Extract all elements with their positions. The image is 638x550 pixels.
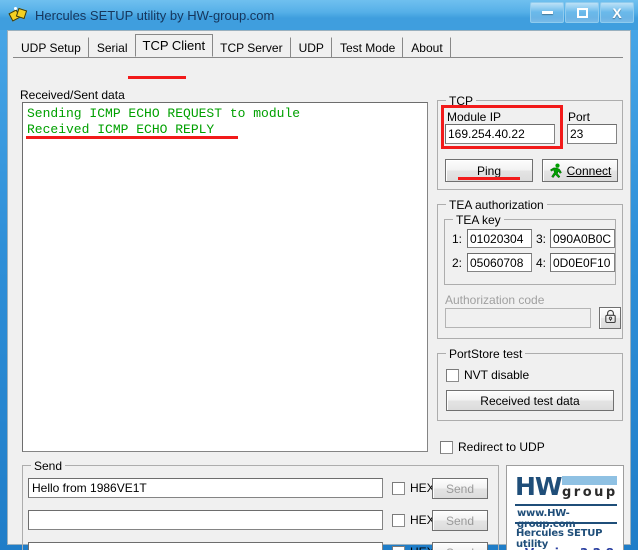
maximize-button[interactable] [565,2,599,23]
title-bar: Hercules SETUP utility by HW-group.com X [0,0,638,30]
maximize-icon [576,7,588,18]
hercules-keys-icon [8,5,28,25]
annotation-data-underline [26,136,238,139]
send-button-3[interactable]: Send [432,542,488,550]
annotation-tcp-client-underline [128,76,186,79]
authorization-code-label: Authorization code [445,293,545,307]
send-button-3-label: Send [446,546,474,550]
hex-checkbox-1[interactable] [392,481,405,495]
redirect-to-udp-label: Redirect to UDP [458,440,545,454]
send-group-title: Send [31,459,66,473]
send-input-2[interactable] [28,510,383,530]
tea-key-3-number: 3: [536,232,547,246]
tab-label: UDP [298,40,324,55]
send-button-1[interactable]: Send [432,478,488,499]
logo-url: www.HW-group.com [517,508,576,530]
window-title: Hercules SETUP utility by HW-group.com [35,7,275,23]
port-input[interactable]: 23 [567,124,617,144]
portstore-test-group-title: PortStore test [446,347,526,361]
hex-checkbox-2[interactable] [392,513,405,527]
tab-tcp-client[interactable]: TCP Client [134,34,214,57]
tab-label: Test Mode [339,40,396,55]
hercules-window: Hercules SETUP utility by HW-group.com X… [0,0,638,550]
tab-udp[interactable]: UDP [290,37,332,57]
redirect-to-udp-checkbox[interactable] [440,440,453,454]
running-man-icon [549,163,563,179]
client-area: UDP Setup Serial TCP Client TCP Server U… [7,30,631,550]
hex-checkbox-row-2[interactable]: HEX [392,513,435,527]
data-line: Sending ICMP ECHO REQUEST to module [27,106,301,121]
send-button-2[interactable]: Send [432,510,488,531]
tea-key-3-input[interactable]: 090A0B0C [550,229,615,248]
hw-group-logo-panel: HW group www.HW-group.com Hercules SETUP… [506,465,624,550]
tea-key-2-input[interactable]: 05060708 [467,253,532,272]
tea-key-group-title: TEA key [453,213,504,227]
ping-button-label: Ping [476,163,502,178]
close-icon: X [612,4,622,21]
tea-key-4-number: 4: [536,256,547,270]
minimize-button[interactable] [530,2,564,23]
send-button-2-label: Send [445,513,475,528]
tab-strip-divider [13,57,623,58]
logo-version: Version 3.2.8 [525,546,614,550]
tab-label: TCP Client [142,38,206,53]
tea-key-4-input[interactable]: 0D0E0F10 [550,253,615,272]
port-label: Port [568,110,591,124]
tab-test-mode[interactable]: Test Mode [331,37,404,57]
padlock-icon [604,309,617,327]
authorization-code-input[interactable] [445,308,591,328]
tab-tcp-server[interactable]: TCP Server [212,37,291,57]
connect-button-label: Connect [566,163,612,178]
tab-label: TCP Server [220,40,283,55]
tea-key-1-number: 1: [452,232,463,246]
hex-label-1: HEX [410,481,435,495]
tab-label: About [411,40,443,55]
minimize-icon [541,11,553,14]
hex-checkbox-row-3[interactable]: HEX [392,545,435,550]
window-controls: X [530,2,634,23]
send-input-1[interactable]: Hello from 1986VE1T [28,478,383,498]
tab-about[interactable]: About [403,37,451,57]
send-input-3[interactable] [28,542,383,550]
annotation-ping-underline [458,177,520,180]
annotation-module-ip-rectangle [441,105,563,149]
tab-label: Serial [96,40,128,55]
logo-hw-text: HW [515,472,562,501]
received-sent-data-panel[interactable]: Sending ICMP ECHO REQUEST to module Rece… [22,102,428,452]
hex-label-3: HEX [410,545,435,550]
logo-group-text: group [562,485,618,500]
nvt-disable-label: NVT disable [464,368,530,382]
logo-accent-bar [562,476,617,485]
hex-checkbox-row-1[interactable]: HEX [392,481,435,495]
connect-button[interactable]: Connect [542,159,618,182]
tab-udp-setup[interactable]: UDP Setup [13,37,89,57]
tea-authorization-group-title: TEA authorization [446,198,547,212]
received-test-data-button[interactable]: Received test data [446,390,614,411]
hex-label-2: HEX [410,513,435,527]
logo-divider-bottom [515,522,617,524]
close-button[interactable]: X [600,2,634,23]
redirect-to-udp-checkbox-row[interactable]: Redirect to UDP [440,440,545,454]
logo-divider-top [515,504,617,506]
send-button-1-label: Send [445,481,475,496]
tab-strip: UDP Setup Serial TCP Client TCP Server U… [13,34,451,57]
nvt-disable-checkbox[interactable] [446,368,459,382]
tea-key-2-number: 2: [452,256,463,270]
lock-button[interactable] [599,307,621,329]
hex-checkbox-3[interactable] [392,545,405,550]
tea-key-1-input[interactable]: 01020304 [467,229,532,248]
tab-label: UDP Setup [21,40,81,55]
received-sent-data-label: Received/Sent data [20,88,125,102]
received-test-data-label: Received test data [480,393,580,408]
tab-serial[interactable]: Serial [88,37,136,57]
nvt-disable-checkbox-row[interactable]: NVT disable [446,368,529,382]
hw-group-logo: HW group [515,474,617,502]
